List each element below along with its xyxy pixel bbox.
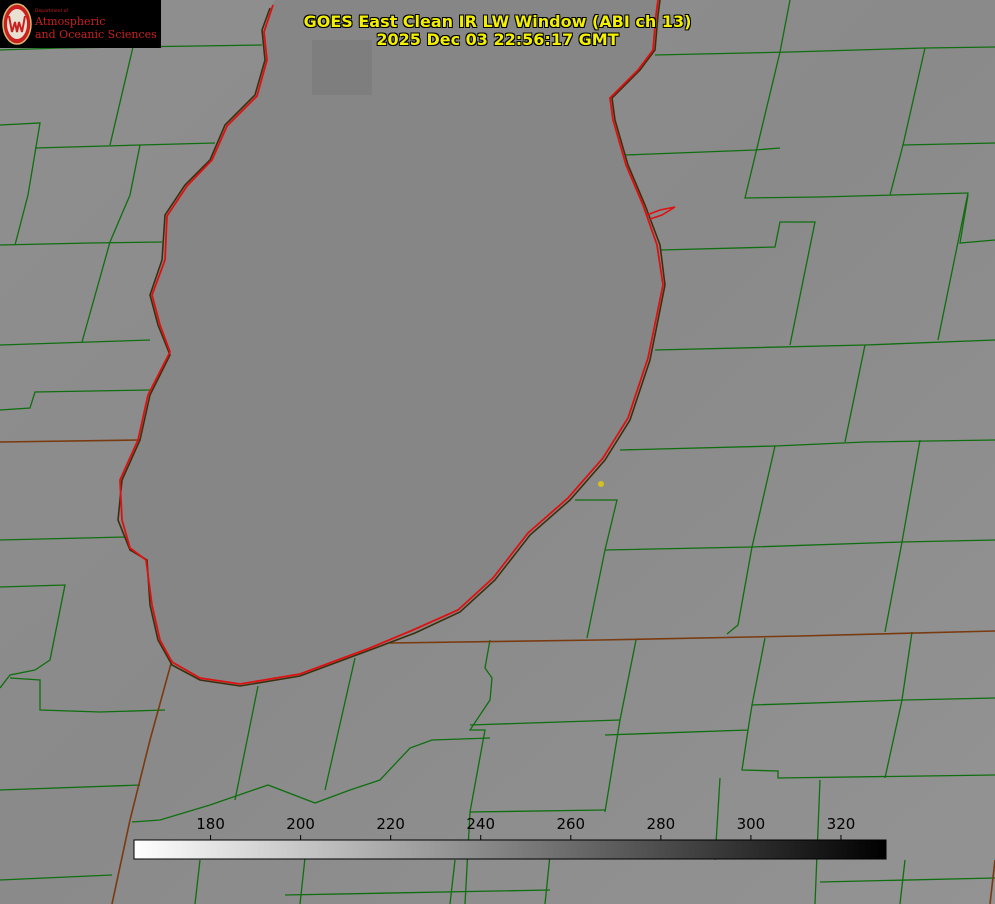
- colorbar-tick-label: 300: [736, 815, 766, 833]
- colorbar-tick-label: 320: [826, 815, 856, 833]
- colorbar-tick-label: 280: [646, 815, 676, 833]
- logo-line2: and Oceanic Sciences: [35, 28, 157, 41]
- uw-crest-icon: [2, 3, 32, 45]
- colorbar-tick-label: 200: [286, 815, 315, 833]
- satellite-image: [0, 0, 995, 904]
- aos-logo: Department of Atmospheric and Oceanic Sc…: [0, 0, 161, 48]
- logo-line1: Atmospheric: [35, 15, 106, 28]
- colorbar-tick-label: 260: [556, 815, 586, 833]
- colorbar-tick-label: 240: [466, 815, 496, 833]
- satellite-map-view: GOES East Clean IR LW Window (ABI ch 13)…: [0, 0, 995, 904]
- colorbar-tick-label: 180: [196, 815, 225, 833]
- colorbar-tick-label: 220: [376, 815, 405, 833]
- logo-dept-label: Department of: [35, 9, 68, 14]
- location-marker: [598, 481, 604, 487]
- colorbar: [133, 839, 887, 860]
